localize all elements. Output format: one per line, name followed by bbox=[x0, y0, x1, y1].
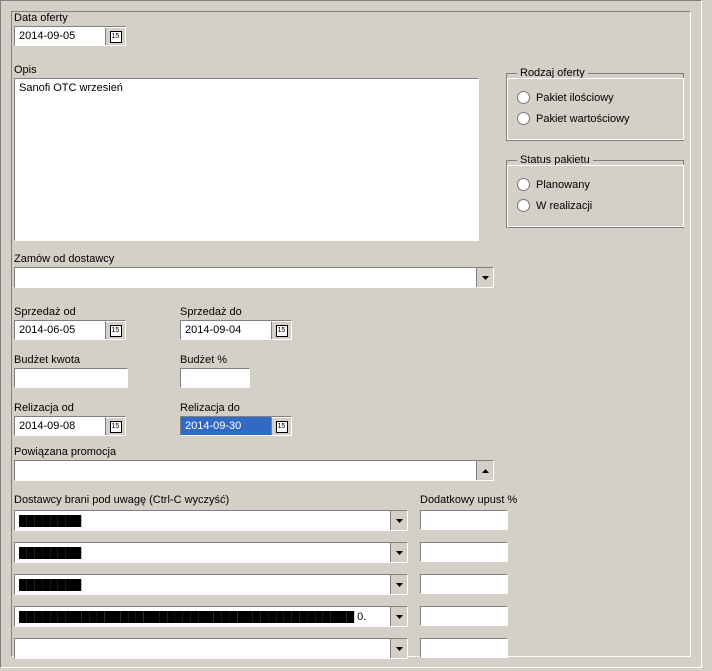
offer-type-legend: Rodzaj oferty bbox=[517, 67, 588, 79]
chevron-down-icon[interactable] bbox=[390, 543, 407, 562]
supplier-combo[interactable] bbox=[14, 510, 408, 531]
discount-input[interactable] bbox=[420, 606, 508, 626]
chevron-down-icon[interactable] bbox=[390, 511, 407, 530]
supplier-combo[interactable] bbox=[14, 606, 408, 627]
real-from-field[interactable] bbox=[14, 416, 126, 436]
budget-amount-input[interactable] bbox=[14, 368, 128, 388]
sale-from-label: Sprzedaż od bbox=[14, 306, 126, 318]
real-to-input[interactable] bbox=[181, 417, 271, 435]
discount-input[interactable] bbox=[420, 574, 508, 594]
sale-to-input[interactable] bbox=[181, 321, 271, 339]
offer-type-quantity-label: Pakiet ilościowy bbox=[536, 92, 614, 104]
sale-to-label: Sprzedaż do bbox=[180, 306, 292, 318]
real-from-input[interactable] bbox=[15, 417, 105, 435]
offer-type-value-radio[interactable] bbox=[517, 112, 530, 125]
budget-pct-input[interactable] bbox=[180, 368, 250, 388]
discount-input[interactable] bbox=[420, 542, 508, 562]
sale-from-input[interactable] bbox=[15, 321, 105, 339]
status-planned-radio[interactable] bbox=[517, 178, 530, 191]
description-label: Opis bbox=[14, 64, 479, 76]
supplier-combo[interactable] bbox=[14, 638, 408, 659]
chevron-down-icon[interactable] bbox=[390, 607, 407, 626]
offer-type-quantity-radio[interactable] bbox=[517, 91, 530, 104]
real-from-label: Relizacja od bbox=[14, 402, 126, 414]
real-to-field[interactable] bbox=[180, 416, 292, 436]
supplier-input[interactable] bbox=[15, 543, 390, 562]
chevron-down-icon[interactable] bbox=[390, 639, 407, 658]
supplier-combo[interactable] bbox=[14, 542, 408, 563]
status-planned-label: Planowany bbox=[536, 179, 590, 191]
calendar-icon[interactable] bbox=[105, 321, 125, 339]
offer-date-field[interactable] bbox=[14, 26, 126, 46]
order-supplier-combo[interactable] bbox=[14, 267, 494, 288]
budget-amount-label: Budżet kwota bbox=[14, 354, 128, 366]
chevron-up-icon[interactable] bbox=[476, 461, 493, 480]
status-inprogress-label: W realizacji bbox=[536, 200, 592, 212]
calendar-icon[interactable] bbox=[271, 321, 291, 339]
budget-pct-label: Budżet % bbox=[180, 354, 250, 366]
supplier-input[interactable] bbox=[15, 575, 390, 594]
related-promo-input[interactable] bbox=[15, 461, 476, 480]
order-supplier-input[interactable] bbox=[15, 268, 476, 287]
package-status-legend: Status pakietu bbox=[517, 154, 593, 166]
supplier-input[interactable] bbox=[15, 639, 390, 658]
supplier-combo[interactable] bbox=[14, 574, 408, 595]
offer-date-input[interactable] bbox=[15, 27, 105, 45]
offer-date-label: Data oferty bbox=[14, 12, 126, 24]
discount-input[interactable] bbox=[420, 638, 508, 658]
calendar-icon[interactable] bbox=[105, 417, 125, 435]
description-textarea[interactable] bbox=[14, 78, 479, 241]
suppliers-label: Dostawcy brani pod uwagę (Ctrl-C wyczyść… bbox=[14, 494, 229, 506]
chevron-down-icon[interactable] bbox=[390, 575, 407, 594]
order-supplier-label: Zamów od dostawcy bbox=[14, 253, 494, 265]
sale-to-field[interactable] bbox=[180, 320, 292, 340]
related-promo-combo[interactable] bbox=[14, 460, 494, 481]
status-inprogress-radio[interactable] bbox=[517, 199, 530, 212]
sale-from-field[interactable] bbox=[14, 320, 126, 340]
chevron-down-icon[interactable] bbox=[476, 268, 493, 287]
related-promo-label: Powiązana promocja bbox=[14, 446, 494, 458]
real-to-label: Relizacja do bbox=[180, 402, 292, 414]
calendar-icon[interactable] bbox=[105, 27, 125, 45]
discount-label: Dodatkowy upust % bbox=[420, 494, 517, 506]
supplier-input[interactable] bbox=[15, 607, 390, 626]
supplier-input[interactable] bbox=[15, 511, 390, 530]
calendar-icon[interactable] bbox=[271, 417, 291, 435]
discount-input[interactable] bbox=[420, 510, 508, 530]
offer-type-value-label: Pakiet wartościowy bbox=[536, 113, 630, 125]
